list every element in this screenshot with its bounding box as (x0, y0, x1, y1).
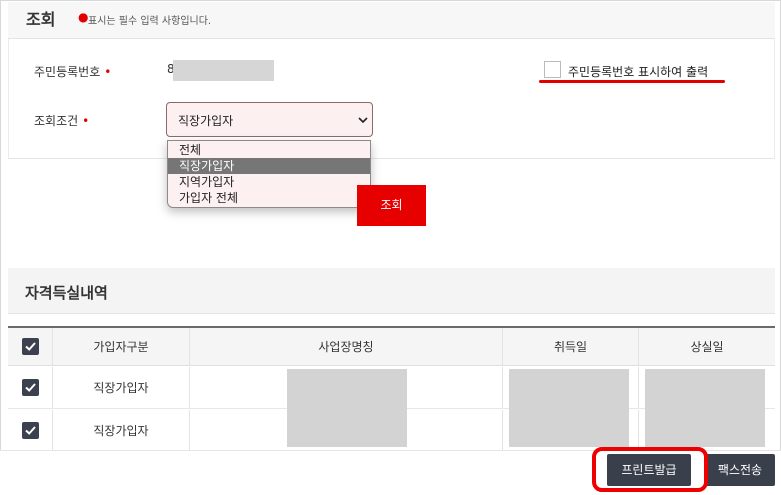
row-checkbox[interactable] (21, 422, 39, 439)
column-header-acquired: 취득일 (553, 340, 588, 354)
checkmark-icon (24, 383, 36, 392)
search-header: 조회 ● 표시는 필수 입력 사항입니다. (8, 2, 775, 39)
column-header-workplace: 사업장명칭 (318, 340, 374, 354)
chevron-down-icon (358, 117, 368, 124)
search-form (8, 39, 775, 159)
condition-select[interactable]: 직장가입자 (166, 102, 373, 137)
column-divider (189, 410, 190, 451)
row-type: 직장가입자 (93, 424, 149, 438)
checkmark-icon (24, 342, 36, 351)
column-header-type: 가입자구분 (93, 340, 149, 354)
column-divider (189, 367, 190, 408)
condition-label: 조회조건 • (34, 112, 89, 129)
show-jumin-label: 주민등록번호 표시하여 출력 (568, 65, 709, 79)
required-dot-icon: • (104, 65, 112, 79)
checkbox-unchecked-icon[interactable] (544, 61, 561, 78)
row-checkbox-cell (8, 410, 52, 451)
option-workplace[interactable]: 직장가입자 (168, 158, 370, 174)
history-section-header: 자격득실내역 (8, 268, 775, 314)
option-all[interactable]: 전체 (168, 142, 370, 158)
row-checkbox[interactable] (21, 379, 39, 396)
select-all-checkbox[interactable] (21, 338, 39, 355)
masked-workplace-name (287, 369, 407, 447)
jumin-label-text: 주민등록번호 (34, 65, 101, 79)
row-checkbox-cell (8, 367, 52, 408)
table-header: 가입자구분 사업장명칭 취득일 상실일 (8, 326, 775, 366)
condition-selected-value: 직장가입자 (178, 114, 234, 128)
condition-dropdown: 전체 직장가입자 지역가입자 가입자 전체 (167, 140, 371, 208)
column-divider (502, 410, 503, 451)
section-title: 자격득실내역 (25, 284, 108, 302)
option-all-members[interactable]: 가입자 전체 (168, 190, 370, 206)
masked-acquired-date (509, 369, 629, 447)
fax-button[interactable]: 팩스전송 (705, 454, 775, 486)
header-checkbox-cell (8, 328, 52, 365)
highlight-box (592, 447, 708, 492)
column-divider (638, 367, 639, 408)
search-button[interactable]: 조회 (357, 185, 426, 226)
masked-lost-date (645, 369, 765, 447)
row-type: 직장가입자 (93, 381, 149, 395)
highlight-underline (539, 80, 725, 83)
column-divider (638, 410, 639, 451)
column-divider (502, 367, 503, 408)
option-regional[interactable]: 지역가입자 (168, 174, 370, 190)
jumin-label: 주민등록번호 • (34, 63, 111, 80)
condition-label-text: 조회조건 (34, 114, 79, 128)
checkmark-icon (24, 426, 36, 435)
column-header-lost: 상실일 (690, 340, 724, 354)
required-dot-icon: ● (78, 10, 89, 24)
page-title: 조회 (26, 10, 56, 29)
required-dot-icon: • (82, 114, 90, 128)
required-note: 표시는 필수 입력 사항입니다. (88, 16, 212, 27)
jumin-masked-value (173, 60, 274, 81)
